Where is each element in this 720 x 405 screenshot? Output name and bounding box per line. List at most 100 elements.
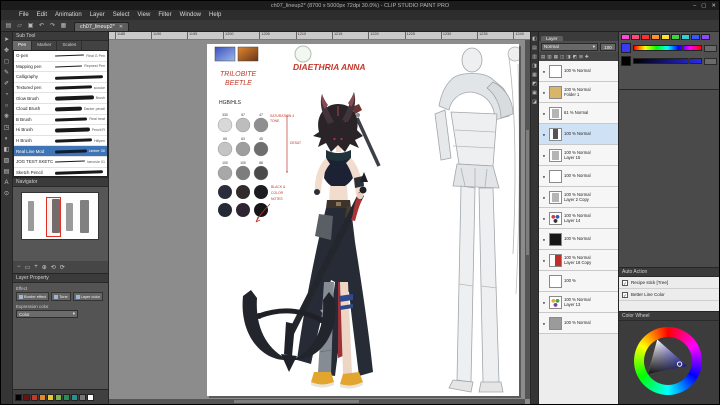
- menu-edit[interactable]: Edit: [33, 12, 51, 18]
- canvas-page[interactable]: DIAETHRIA ANNA TRILOBITE BEETLE HGB/HLS …: [207, 44, 523, 396]
- brush-row[interactable]: Calligraphy: [14, 72, 107, 83]
- selection-tool-icon[interactable]: ◻: [1, 57, 12, 67]
- layer-visibility-toggle[interactable]: ●: [541, 90, 547, 95]
- layer-thumbnail[interactable]: [549, 127, 562, 141]
- sub-tool-tab-scales[interactable]: Scales: [57, 41, 83, 50]
- auto-action-item[interactable]: ✓ Better Line Color: [619, 289, 719, 301]
- menu-filter[interactable]: Filter: [154, 12, 175, 18]
- vertical-scrollbar[interactable]: [525, 40, 530, 399]
- menu-window[interactable]: Window: [176, 12, 205, 18]
- layer-row[interactable]: ● 100 % Normal Folder 1: [539, 82, 618, 103]
- move-tool-icon[interactable]: ✥: [1, 46, 12, 56]
- brush-tool-icon[interactable]: ◔: [1, 90, 12, 100]
- layer-visibility-toggle[interactable]: ●: [541, 237, 547, 242]
- layer-visibility-toggle[interactable]: ●: [541, 174, 547, 179]
- layer-row[interactable]: ● 100 % Normal Layer 2 Copy: [539, 187, 618, 208]
- maximize-button[interactable]: ▢: [701, 3, 706, 9]
- brush-row[interactable]: Sketch Pencil: [14, 168, 107, 176]
- hue-ring[interactable]: [634, 327, 702, 395]
- sub-tool-tab-marker[interactable]: Marker: [32, 41, 58, 50]
- layer-row[interactable]: 100 %: [539, 271, 618, 292]
- layer-visibility-toggle[interactable]: ●: [541, 153, 547, 158]
- color-swatch[interactable]: [39, 393, 46, 401]
- zoom-in-icon[interactable]: +: [34, 264, 38, 270]
- color-swatch[interactable]: [63, 393, 70, 401]
- layer-row-selected[interactable]: ● 100 % Normal: [539, 124, 618, 145]
- side-tab-icon[interactable]: ◪: [532, 99, 537, 105]
- color-swatch[interactable]: [15, 393, 22, 401]
- merge-down-icon[interactable]: ▦: [554, 54, 558, 60]
- clip-icon[interactable]: ◨: [566, 54, 570, 60]
- color-swatch[interactable]: [23, 393, 30, 401]
- brush-row[interactable]: H Brush Hillpen: [14, 136, 107, 147]
- layer-row[interactable]: ● 100 % Normal: [539, 229, 618, 250]
- minimize-button[interactable]: –: [693, 3, 696, 9]
- color-swatch[interactable]: [651, 34, 660, 40]
- opacity-field[interactable]: 100: [600, 42, 616, 51]
- saturation-value-box[interactable]: [704, 57, 717, 65]
- rotate-right-icon[interactable]: ⟳: [60, 264, 65, 271]
- zoom-out-icon[interactable]: −: [17, 264, 21, 270]
- layer-visibility-toggle[interactable]: ●: [541, 258, 547, 263]
- redo-icon[interactable]: ↷: [48, 22, 57, 29]
- side-tab-ic[interactable]: ◨: [532, 63, 537, 69]
- layer-thumbnail[interactable]: [549, 106, 562, 120]
- layer-row[interactable]: ● 100 % Normal Layer 15: [539, 145, 618, 166]
- tone-toggle[interactable]: Tone: [51, 292, 71, 301]
- canvas-tab[interactable]: ch07_lineup2* ✕: [74, 22, 130, 31]
- layer-thumbnail[interactable]: [549, 190, 562, 204]
- layer-thumbnail[interactable]: [549, 64, 562, 78]
- layer-thumbnail[interactable]: [549, 295, 562, 309]
- layer-row[interactable]: ● 100 % Normal: [539, 313, 618, 334]
- brush-row[interactable]: JOG TEST SKETCH tamovie 01: [14, 157, 107, 168]
- zoom-slider-icon[interactable]: ▭: [25, 264, 31, 271]
- navigator-view-rect[interactable]: [46, 197, 61, 237]
- side-tab-icon[interactable]: ◧: [532, 36, 537, 42]
- zoom-tool-icon[interactable]: ⊙: [1, 189, 12, 199]
- color-swatch[interactable]: [641, 34, 650, 40]
- menu-file[interactable]: File: [15, 12, 33, 18]
- layer-thumbnail[interactable]: [549, 148, 562, 162]
- add-icon[interactable]: ✚: [585, 54, 589, 60]
- layer-row[interactable]: ● 61 % Normal: [539, 103, 618, 124]
- brush-row-selected[interactable]: Real Line Mod Limber Oil: [14, 146, 107, 157]
- layer-visibility-toggle[interactable]: ●: [541, 216, 547, 221]
- blend-tool-icon[interactable]: ◐: [1, 134, 12, 144]
- layer-folder-thumbnail[interactable]: [549, 85, 562, 99]
- canvas-area[interactable]: 1185 1190 1195 1200 1205 1210 1215 1220 1225 1230…: [109, 32, 530, 404]
- expression-color-dropdown[interactable]: Color ▾: [16, 310, 78, 318]
- layer-row[interactable]: ● 100 % Normal: [539, 166, 618, 187]
- color-swatch[interactable]: [691, 34, 700, 40]
- sub-color-chip[interactable]: [621, 56, 631, 66]
- figure-tool-icon[interactable]: ▤: [1, 167, 12, 177]
- grid-icon[interactable]: ▦: [59, 22, 68, 29]
- brush-row[interactable]: G-pen Real G Pen: [14, 51, 107, 62]
- side-tab-icon[interactable]: ▥: [532, 54, 537, 60]
- pencil-tool-icon[interactable]: ✐: [1, 79, 12, 89]
- pen-tool-icon[interactable]: ✎: [1, 68, 12, 78]
- color-swatch[interactable]: [71, 393, 78, 401]
- color-swatch[interactable]: [701, 34, 710, 40]
- brush-row[interactable]: Hi Brush Pencil R: [14, 125, 107, 136]
- open-file-icon[interactable]: ▱: [15, 22, 24, 29]
- border-effect-toggle[interactable]: Border effect: [16, 292, 50, 301]
- layer-thumbnail[interactable]: [549, 211, 562, 225]
- layer-thumbnail[interactable]: [549, 253, 562, 267]
- brush-row[interactable]: Mapping pen Repnest Pen: [14, 62, 107, 73]
- side-tab-icon[interactable]: ◩: [532, 81, 537, 87]
- color-swatch[interactable]: [671, 34, 680, 40]
- layer-visibility-toggle[interactable]: ●: [541, 195, 547, 200]
- layer-row[interactable]: ● 100 % Normal: [539, 61, 618, 82]
- side-tab-icon[interactable]: ▦: [532, 72, 537, 78]
- color-swatch[interactable]: [55, 393, 62, 401]
- layer-visibility-toggle[interactable]: ●: [541, 69, 547, 74]
- menu-help[interactable]: Help: [205, 12, 225, 18]
- layer-thumbnail[interactable]: [549, 169, 562, 183]
- menu-view[interactable]: View: [133, 12, 154, 18]
- menu-animation[interactable]: Animation: [51, 12, 86, 18]
- layer-visibility-toggle[interactable]: ●: [541, 300, 547, 305]
- rotate-left-icon[interactable]: ⟲: [51, 264, 56, 271]
- operation-tool-icon[interactable]: ➤: [1, 35, 12, 45]
- color-swatch[interactable]: [87, 393, 94, 401]
- layer-thumbnail[interactable]: [549, 274, 562, 288]
